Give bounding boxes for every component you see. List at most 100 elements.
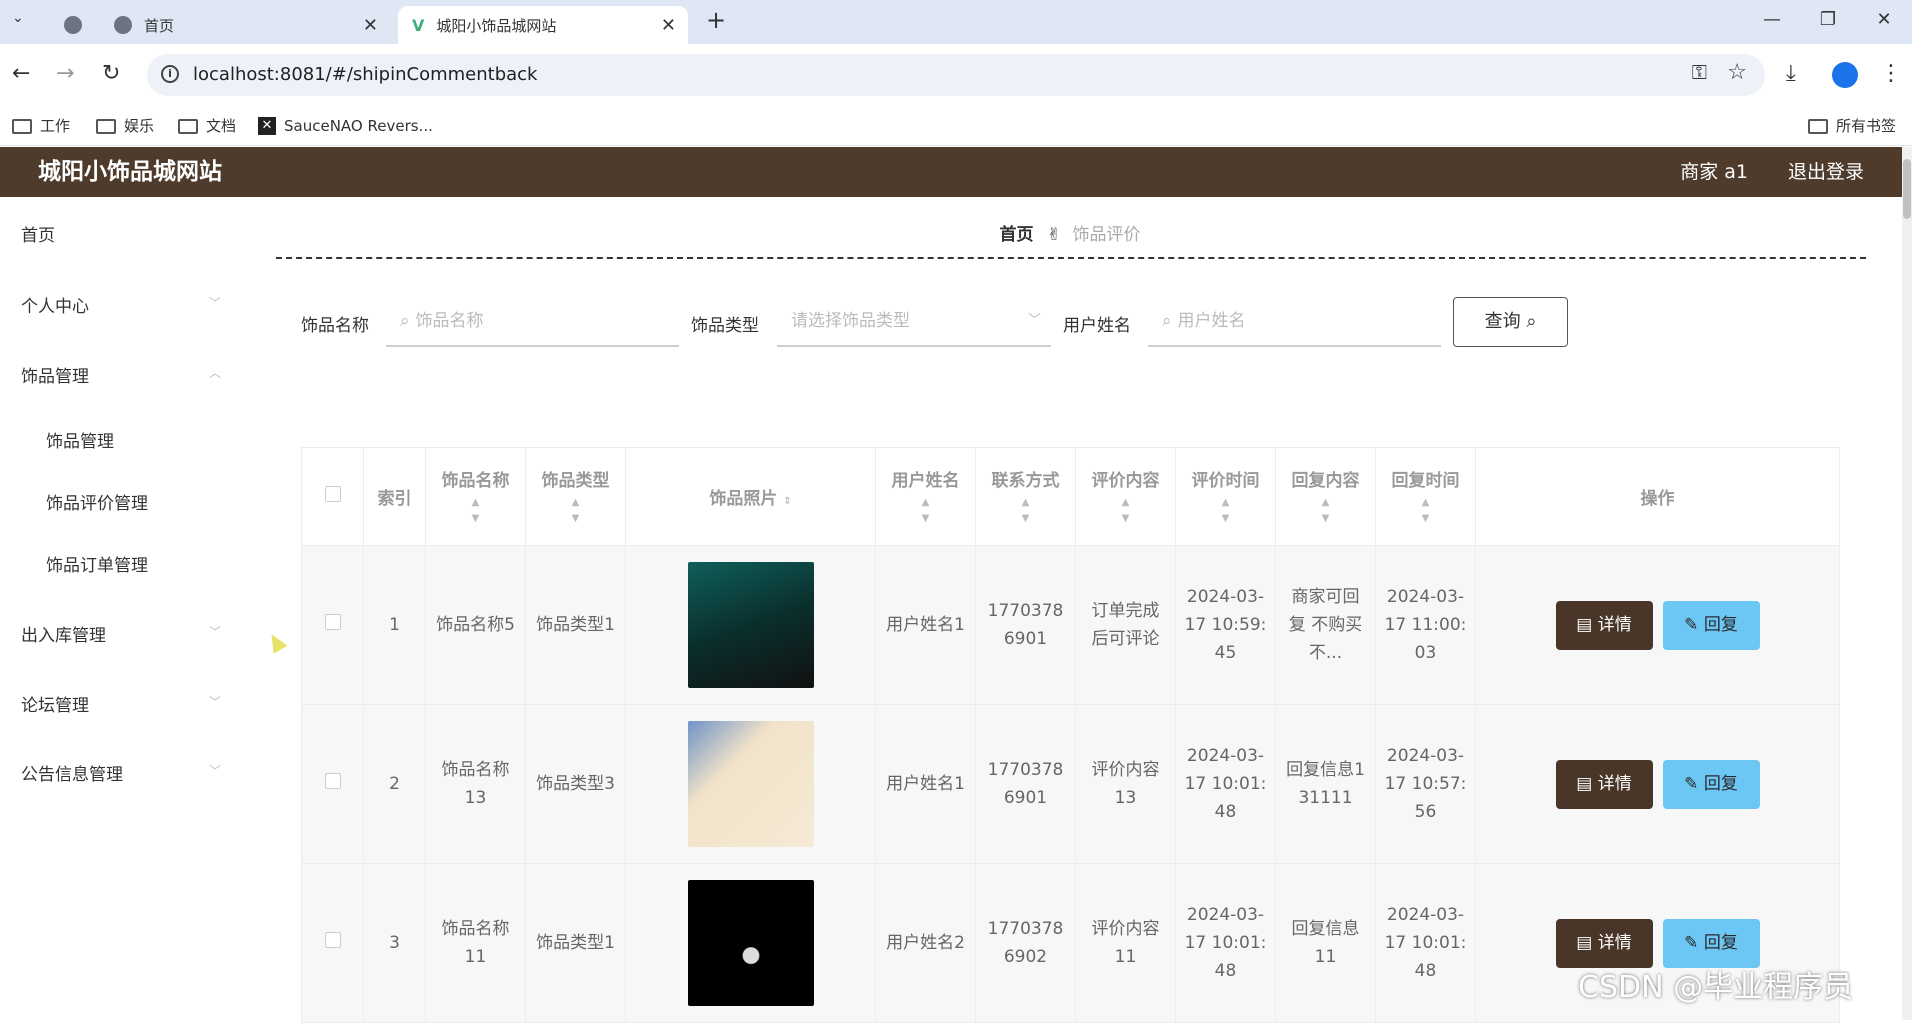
folder-icon <box>1808 118 1828 134</box>
cell-reply-time: 2024-03-17 10:57:56 <box>1375 704 1476 864</box>
window-controls: — ❐ ✕ <box>1744 0 1912 40</box>
col-photo[interactable]: 饰品照片 ⇕ <box>625 447 876 546</box>
product-photo[interactable] <box>687 562 814 688</box>
close-icon[interactable]: ✕ <box>661 15 676 36</box>
close-icon[interactable]: ✕ <box>363 15 378 36</box>
tab-search-icon[interactable]: ⌄ <box>12 10 24 26</box>
minimize-icon[interactable]: — <box>1744 0 1800 40</box>
sidebar: 首页 个人中心 ﹀ 饰品管理 ︿ 饰品管理 饰品评价管理 饰品订单管理 出入库管理 ﹀… <box>0 197 240 1020</box>
bookmark-all[interactable]: 所有书签 <box>1808 106 1896 146</box>
cell-reply-time: 2024-03-17 11:00:03 <box>1375 545 1476 705</box>
sort-icon: ▲ ▼ <box>1021 497 1030 524</box>
cell-name: 饰品名称11 <box>425 863 526 1023</box>
cell-photo <box>625 545 876 705</box>
cell-reply-time: 2024-03-17 10:01:48 <box>1375 863 1476 1023</box>
name-search-input[interactable]: ⌕ 饰品名称 <box>386 301 679 347</box>
detail-button[interactable]: ▤ 详情 <box>1555 918 1653 968</box>
forward-icon[interactable]: → <box>56 60 74 88</box>
bookmark-work[interactable]: 工作 <box>12 106 70 146</box>
sort-icon: ▲ ▼ <box>471 497 480 524</box>
user-search-input[interactable]: ⌕ 用户姓名 <box>1148 301 1441 347</box>
password-key-icon[interactable]: ⚿ <box>1692 60 1707 84</box>
product-photo[interactable] <box>687 721 814 847</box>
globe-icon <box>114 16 132 34</box>
query-button[interactable]: 查询 ⌕ <box>1453 297 1568 347</box>
row-checkbox[interactable] <box>301 863 364 1023</box>
tab-home[interactable]: 首页 ✕ <box>100 6 390 44</box>
col-comment-time[interactable]: 评价时间 ▲ ▼ <box>1175 447 1276 546</box>
tab-label: 首页 <box>144 16 175 35</box>
bookmark-docs[interactable]: 文档 <box>178 106 236 146</box>
breadcrumb-home[interactable]: 首页 <box>999 225 1033 245</box>
cell-user: 用户姓名1 <box>875 704 976 864</box>
sidebar-item-jewelry[interactable]: 饰品管理 ︿ <box>21 362 221 387</box>
vue-logo-icon: V <box>412 15 425 35</box>
detail-button[interactable]: ▤ 详情 <box>1555 600 1653 650</box>
reply-button[interactable]: ✎ 回复 <box>1662 759 1760 809</box>
cell-comment-time: 2024-03-17 10:01:48 <box>1175 863 1276 1023</box>
select-all-checkbox[interactable] <box>301 447 364 546</box>
tab-blank[interactable] <box>50 6 90 44</box>
sort-icon: ▲ ▼ <box>1421 497 1430 524</box>
sidebar-item-notice[interactable]: 公告信息管理 ﹀ <box>21 760 221 785</box>
sidebar-item-personal[interactable]: 个人中心 ﹀ <box>21 292 221 317</box>
cell-type: 饰品类型3 <box>525 704 626 864</box>
col-reply[interactable]: 回复内容 ▲ ▼ <box>1275 447 1376 546</box>
cell-photo <box>625 863 876 1023</box>
chevron-down-icon: ﹀ <box>208 695 221 709</box>
chevron-up-icon: ︿ <box>208 366 221 380</box>
sidebar-sub-comments[interactable]: 饰品评价管理 <box>46 489 246 514</box>
page-scrollbar[interactable] <box>1902 147 1912 1020</box>
sidebar-item-home[interactable]: 首页 <box>21 221 221 246</box>
site-title: 城阳小饰品城网站 <box>38 159 222 185</box>
bookmark-star-icon[interactable]: ☆ <box>1727 60 1747 85</box>
table-header-row: 索引 饰品名称 ▲ ▼ 饰品类型 ▲ ▼ 饰品照片 ⇕ 用户姓名 ▲ ▼ 联系方式 ▲ ▼ 评价… <box>301 447 1840 546</box>
download-icon[interactable]: ⤓ <box>1786 60 1796 88</box>
maximize-icon[interactable]: ❐ <box>1800 0 1856 40</box>
cell-comment-time: 2024-03-17 10:59:45 <box>1175 545 1276 705</box>
col-comment[interactable]: 评价内容 ▲ ▼ <box>1075 447 1176 546</box>
logout-link[interactable]: 退出登录 <box>1788 147 1864 197</box>
col-phone[interactable]: 联系方式 ▲ ▼ <box>975 447 1076 546</box>
url-text[interactable]: localhost:8081/#/shipinCommentback <box>193 54 537 96</box>
app-header: 城阳小饰品城网站 商家 a1 退出登录 <box>0 147 1912 197</box>
site-info-icon[interactable]: i <box>161 65 179 83</box>
detail-button[interactable]: ▤ 详情 <box>1555 759 1653 809</box>
browser-tab-bar: ⌄ 首页 ✕ V 城阳小饰品城网站 ✕ + — ❐ ✕ <box>0 0 1912 44</box>
type-label: 饰品类型 <box>691 316 759 336</box>
chevron-down-icon: ﹀ <box>208 625 221 639</box>
sidebar-sub-jewelry[interactable]: 饰品管理 <box>46 427 246 452</box>
search-icon: ⌕ <box>400 311 410 331</box>
address-bar[interactable]: i localhost:8081/#/shipinCommentback ⚿ ☆ <box>147 54 1765 96</box>
product-photo[interactable] <box>687 880 814 1006</box>
breadcrumb-divider <box>276 257 1866 259</box>
tab-active[interactable]: V 城阳小饰品城网站 ✕ <box>398 6 688 44</box>
bookmark-entertainment[interactable]: 娱乐 <box>96 106 154 146</box>
window-close-icon[interactable]: ✕ <box>1856 0 1912 40</box>
scrollbar-thumb[interactable] <box>1903 159 1911 219</box>
type-select[interactable]: 请选择饰品类型 ﹀ <box>777 301 1051 347</box>
sidebar-item-inventory[interactable]: 出入库管理 ﹀ <box>21 621 221 646</box>
more-menu-icon[interactable]: ⋮ <box>1880 60 1902 88</box>
col-reply-time[interactable]: 回复时间 ▲ ▼ <box>1375 447 1476 546</box>
chevron-down-icon: ﹀ <box>1027 313 1041 328</box>
col-user[interactable]: 用户姓名 ▲ ▼ <box>875 447 976 546</box>
sidebar-item-forum[interactable]: 论坛管理 ﹀ <box>21 691 221 716</box>
row-checkbox[interactable] <box>301 704 364 864</box>
chevron-down-icon: ﹀ <box>208 296 221 310</box>
mouse-cursor <box>264 630 288 654</box>
bookmark-saucenao[interactable]: ✕ SauceNAO Revers... <box>258 106 433 146</box>
cell-actions: ▤ 详情 ✎ 回复 <box>1475 545 1840 705</box>
row-checkbox[interactable] <box>301 545 364 705</box>
new-tab-icon[interactable]: + <box>706 6 726 34</box>
reply-button[interactable]: ✎ 回复 <box>1662 600 1760 650</box>
col-name[interactable]: 饰品名称 ▲ ▼ <box>425 447 526 546</box>
back-icon[interactable]: ← <box>12 60 30 88</box>
reload-icon[interactable]: ↻ <box>102 60 120 88</box>
col-type[interactable]: 饰品类型 ▲ ▼ <box>525 447 626 546</box>
reply-button[interactable]: ✎ 回复 <box>1662 918 1760 968</box>
profile-avatar-icon[interactable] <box>1832 62 1858 88</box>
sidebar-sub-orders[interactable]: 饰品订单管理 <box>46 551 246 576</box>
chevron-down-icon: ﹀ <box>208 764 221 778</box>
cell-user: 用户姓名1 <box>875 545 976 705</box>
